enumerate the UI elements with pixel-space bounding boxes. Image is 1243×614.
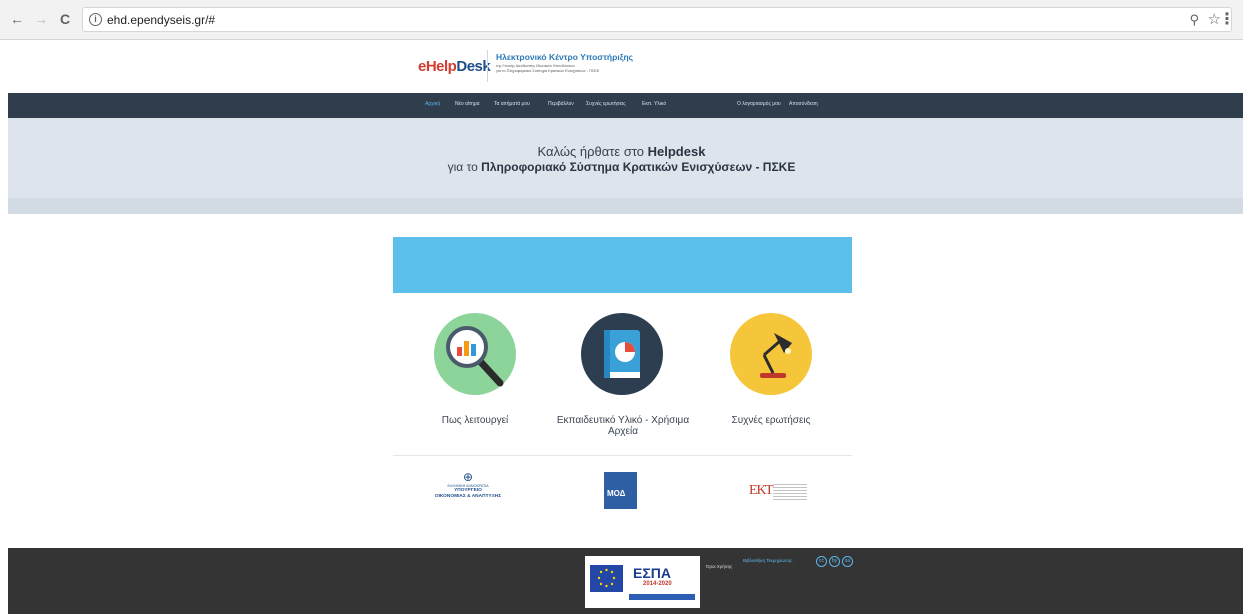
header-title: Ηλεκτρονικό Κέντρο Υποστήριξης — [496, 52, 634, 62]
hero-welcome-bold: Helpdesk — [647, 144, 706, 159]
address-bar[interactable]: i ehd.ependyseis.gr/# ⚲ ☆ — [82, 7, 1232, 32]
ekt-logo-mark: ΕΚΤ — [749, 483, 774, 498]
ministry-logo[interactable]: ⊕ ΕΛΛΗΝΙΚΗ ΔΗΜΟΚΡΑΤΙΑ ΥΠΟΥΡΓΕΙΟ ΟΙΚΟΝΟΜΙ… — [421, 471, 515, 500]
cc-by-icon[interactable]: by — [829, 556, 840, 567]
ekt-logo-lines — [773, 484, 807, 500]
desk-lamp-icon — [760, 333, 792, 378]
nav-item-faq[interactable]: Συχνές ερωτήσεις — [586, 101, 625, 107]
header-subtitle: της Γενικής Διεύθυνσης Ιδιωτικών Επενδύσ… — [496, 64, 686, 74]
book-chart-icon — [604, 330, 640, 378]
ekt-logo[interactable]: ΕΚΤ — [749, 481, 808, 501]
ehelpdesk-logo[interactable]: eHelpDesk — [418, 58, 491, 75]
browser-toolbar: ← → C i ehd.ependyseis.gr/# ⚲ ☆ ⋮ — [0, 0, 1243, 40]
nav-item-logout[interactable]: Αποσύνδεση — [789, 101, 818, 107]
espa-wordmark: ΕΣΠΑ — [633, 565, 671, 581]
info-box — [393, 237, 852, 293]
hero-welcome-prefix: Καλώς ήρθατε στο — [537, 144, 648, 159]
hero-welcome: Καλώς ήρθατε στο Helpdesk — [0, 144, 1243, 159]
main-nav — [8, 93, 1243, 118]
nav-item-my-requests[interactable]: Τα αιτήματά μου — [494, 101, 530, 107]
how-it-works-card[interactable] — [434, 313, 516, 395]
how-it-works-label[interactable]: Πως λειτουργεί — [420, 415, 530, 426]
hero-system-bold: Πληροφοριακό Σύστημα Κρατικών Ενισχύσεων… — [481, 160, 796, 174]
footer-library-link[interactable]: Βιβλιοθήκη Τεκμηρίωσης — [743, 558, 792, 563]
espa-years: 2014-2020 — [643, 581, 672, 587]
magnifier-chart-icon — [446, 326, 504, 387]
address-url[interactable]: ehd.ependyseis.gr/# — [107, 13, 215, 27]
nav-item-account[interactable]: Ο λογαριασμός μου — [737, 101, 781, 107]
espa-banner[interactable]: ΕΣΠΑ 2014-2020 — [585, 556, 700, 608]
nav-item-environment[interactable]: Περιβάλλον — [548, 101, 574, 107]
moda-logo[interactable]: ΜΟΔ — [604, 472, 637, 509]
zoom-icon[interactable]: ⚲ — [1189, 12, 1199, 28]
section-divider — [393, 455, 852, 456]
logo-e: e — [418, 58, 426, 75]
hero-strip — [8, 198, 1243, 214]
espa-bar — [629, 594, 695, 600]
header-subtitle-line2: για το Πληροφοριακό Σύστημα Κρατικών Ενι… — [496, 69, 600, 73]
nav-item-training[interactable]: Εκπ. Υλικό — [642, 101, 666, 107]
training-material-label[interactable]: Εκπαιδευτικό Υλικό - Χρήσιμα Αρχεία — [548, 415, 698, 437]
logo-desk: Desk — [456, 58, 491, 75]
eu-flag-icon — [590, 565, 623, 592]
cc-sa-icon[interactable]: sa — [842, 556, 853, 567]
cc-icon[interactable]: cc — [816, 556, 827, 567]
info-icon[interactable]: i — [89, 13, 102, 26]
reload-icon[interactable]: C — [56, 10, 74, 28]
nav-item-new-request[interactable]: Νέο αίτημα — [455, 101, 480, 107]
hero-system-prefix: για το — [447, 160, 482, 174]
training-material-card[interactable] — [581, 313, 663, 395]
browser-menu-icon[interactable]: ⋮ — [1219, 9, 1235, 29]
ministry-line3: ΟΙΚΟΝΟΜΙΑΣ & ΑΝΑΠΤΥΞΗΣ — [434, 494, 502, 499]
nav-item-home[interactable]: Αρχική — [425, 101, 440, 107]
moda-logo-text: ΜΟΔ — [607, 489, 626, 498]
hero-system-title: για το Πληροφοριακό Σύστημα Κρατικών Ενι… — [0, 160, 1243, 174]
faq-card[interactable] — [730, 313, 812, 395]
footer-terms-link[interactable]: Όροι Χρήσης — [706, 564, 732, 569]
logo-help: Help — [425, 58, 457, 75]
header-divider — [487, 50, 488, 82]
back-icon[interactable]: ← — [8, 10, 26, 28]
faq-label[interactable]: Συχνές ερωτήσεις — [716, 415, 826, 426]
forward-icon[interactable]: → — [32, 10, 50, 28]
ministry-emblem-icon: ⊕ — [462, 470, 474, 484]
